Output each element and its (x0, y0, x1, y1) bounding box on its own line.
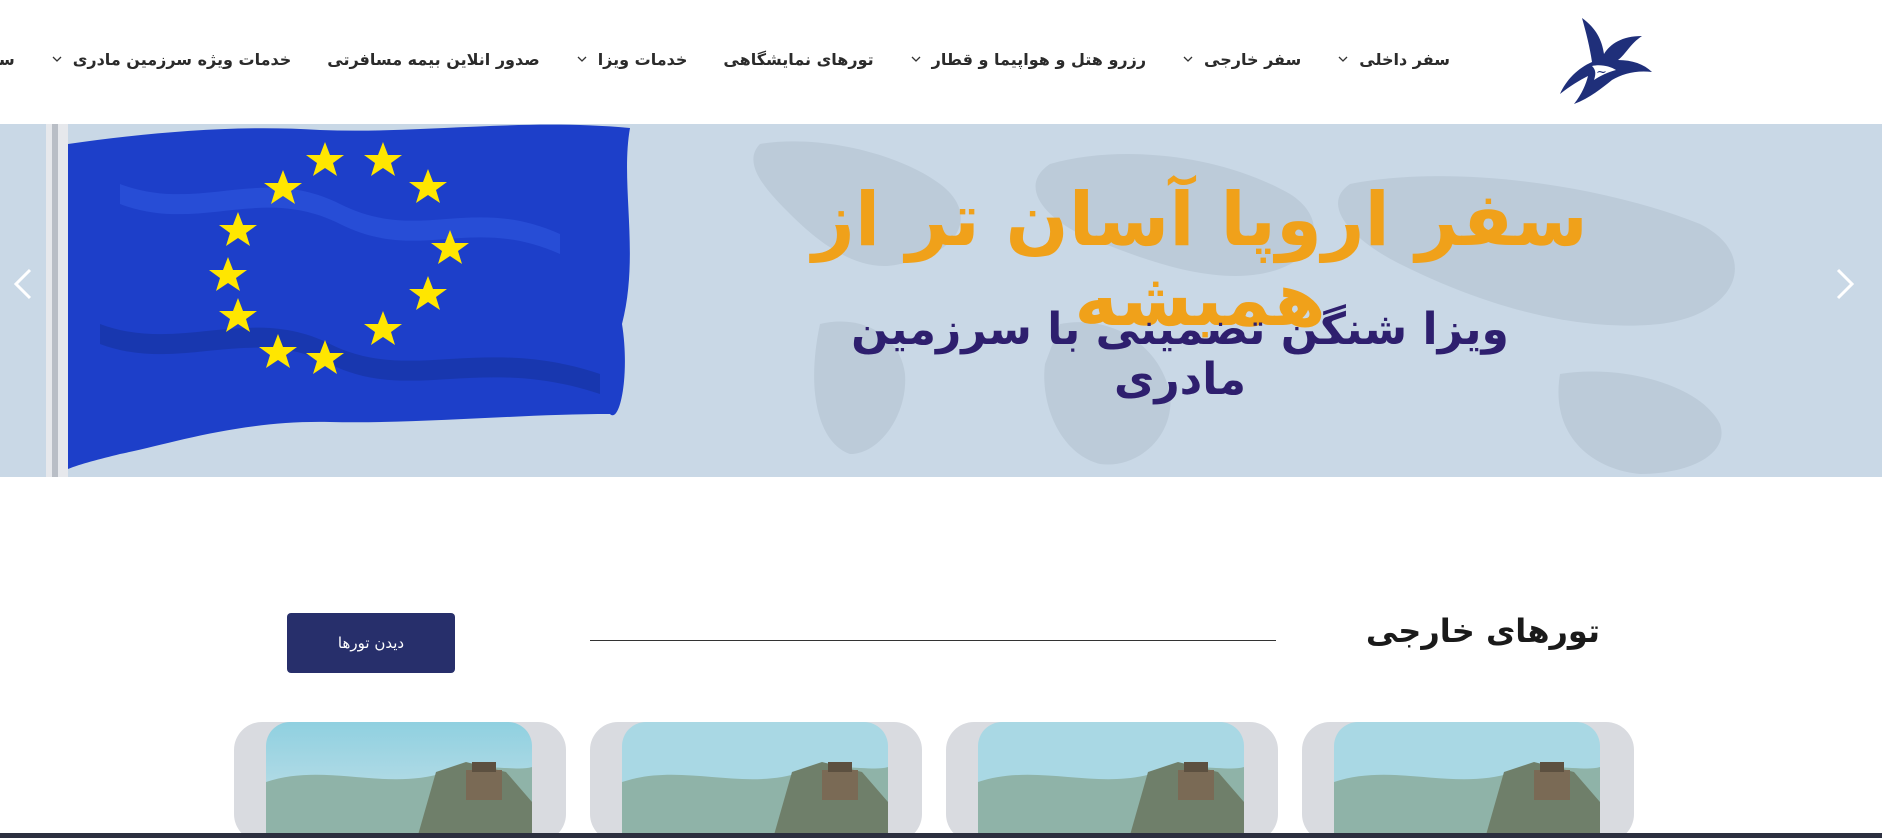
slider-prev-button[interactable] (8, 264, 38, 304)
tour-card[interactable] (1302, 722, 1634, 838)
nav-item-booking[interactable]: رزرو هتل و هواپیما و قطار (910, 50, 1146, 69)
nav-label: رزرو هتل و هواپیما و قطار (931, 49, 1147, 69)
nav-item-special-services[interactable]: خدمات ویژه سرزمین مادری (51, 49, 292, 69)
nav-label: خدمات ویژه سرزمین مادری (72, 49, 292, 69)
main-nav: سفر داخلی سفر خارجی رزرو هتل و هواپیما و… (0, 44, 1450, 74)
tour-card[interactable] (234, 722, 566, 838)
bottom-bar (0, 833, 1882, 838)
nav-item-travel-insurance[interactable]: صدور انلاین بیمه مسافرتی (327, 50, 539, 69)
nav-label: خدمات ویزا (597, 49, 688, 69)
nav-label: سرزمین ما (0, 49, 15, 69)
site-logo[interactable]: ~ى (1552, 14, 1660, 110)
svg-text:~ى: ~ى (1596, 65, 1618, 80)
nav-item-domestic-travel[interactable]: سفر داخلی (1337, 50, 1450, 69)
tour-card[interactable] (590, 722, 922, 838)
great-wall-photo (978, 722, 1244, 838)
great-wall-photo (1334, 722, 1600, 838)
chevron-down-icon (1182, 53, 1194, 65)
site-header: ~ى سفر داخلی سفر خارجی رزرو هتل و هواپیم… (0, 0, 1882, 124)
nav-item-visa-services[interactable]: خدمات ویزا (576, 49, 688, 69)
chevron-left-icon (13, 268, 32, 300)
hero-subtitle: ویزا شنگن تضمینی با سرزمین مادری (851, 304, 1509, 405)
nav-label: سفر خارجی (1204, 49, 1302, 69)
section-divider (590, 640, 1276, 641)
nav-item-foreign-travel[interactable]: سفر خارجی (1182, 50, 1301, 69)
slider-next-button[interactable] (1830, 264, 1860, 304)
eu-flag-image (0, 124, 640, 477)
bird-logo-icon: ~ى (1560, 18, 1652, 104)
nav-item-exhibition-tours[interactable]: تورهای نمایشگاهی (723, 50, 873, 69)
chevron-down-icon (51, 53, 63, 65)
section-title: تورهای خارجی (1365, 612, 1600, 650)
nav-label: تورهای نمایشگاهی (723, 49, 874, 69)
nav-label: سفر داخلی (1359, 49, 1450, 69)
see-tours-button[interactable]: دیدن تورها (287, 613, 455, 673)
chevron-down-icon (576, 53, 588, 65)
chevron-down-icon (1337, 53, 1349, 65)
chevron-down-icon (910, 53, 922, 65)
chevron-right-icon (1836, 268, 1855, 300)
tour-card[interactable] (946, 722, 1278, 838)
nav-item-about[interactable]: سرزمین ما (0, 50, 15, 69)
nav-label: صدور انلاین بیمه مسافرتی (327, 49, 540, 69)
great-wall-photo (622, 722, 888, 838)
great-wall-photo (266, 722, 532, 838)
